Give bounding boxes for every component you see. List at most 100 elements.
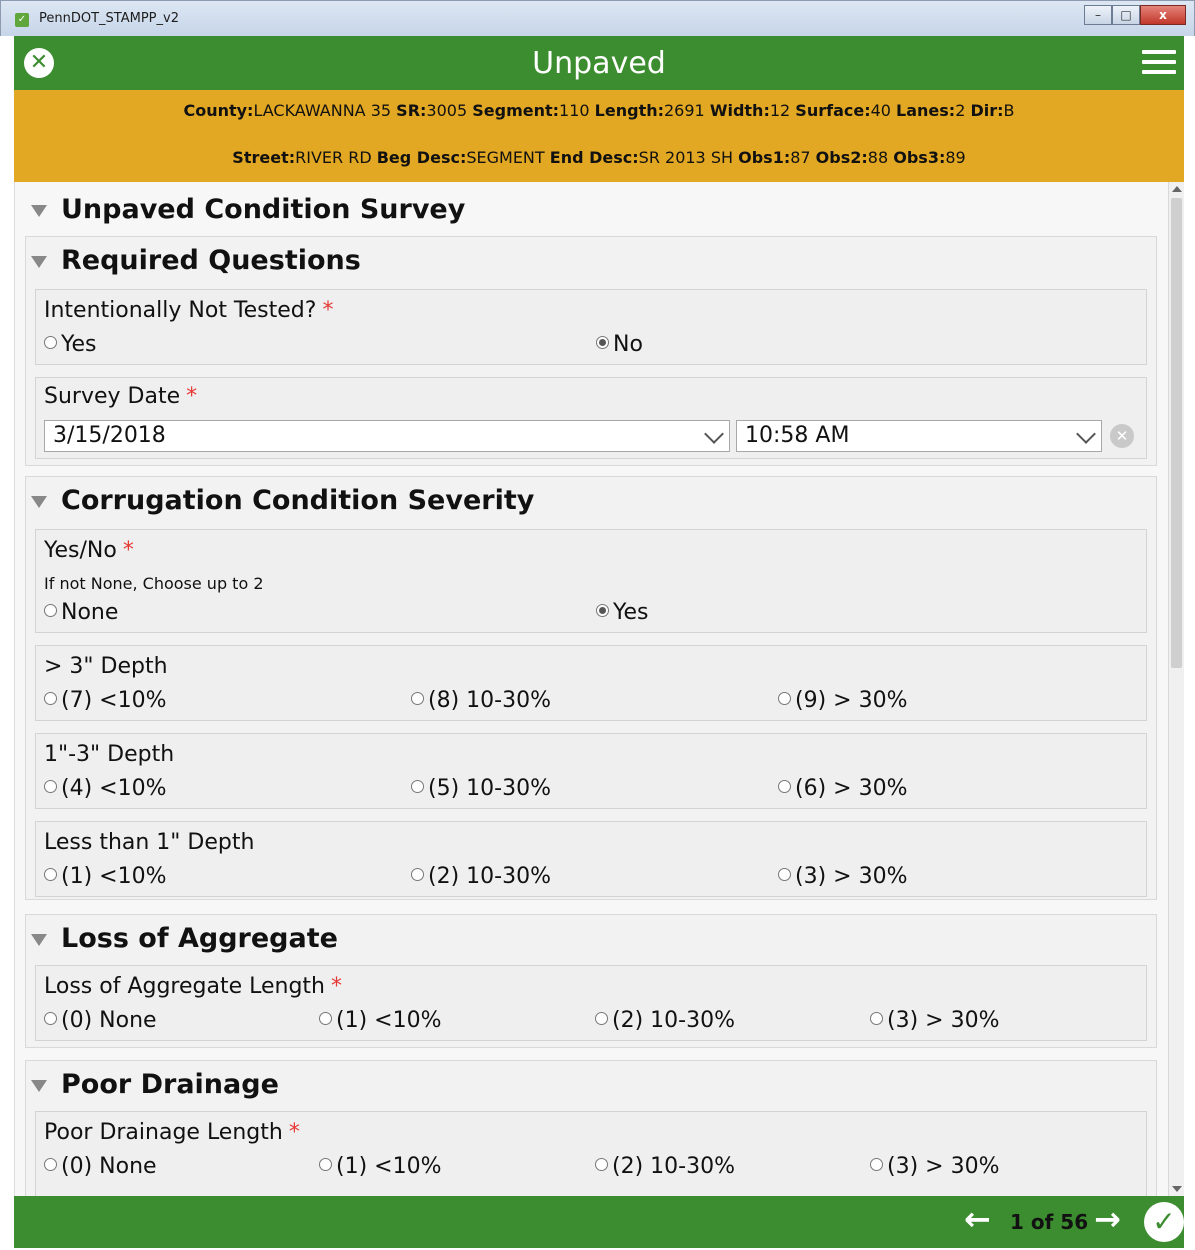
segment-key: Segment: <box>472 101 560 120</box>
width-value: 12 <box>769 101 791 120</box>
obs2-value: 88 <box>867 148 889 167</box>
radio-icon <box>778 868 791 881</box>
collapse-triangle-icon <box>31 204 47 217</box>
aggregate-length-label: Loss of Aggregate Length * <box>44 974 343 999</box>
scroll-down-icon[interactable] <box>1172 1186 1182 1192</box>
radio-selected-icon <box>596 604 609 617</box>
radio-icon <box>778 692 791 705</box>
radio-icon <box>44 868 57 881</box>
drainage-option-3[interactable]: (3) > 30% <box>870 1154 999 1179</box>
beg-desc-value: SEGMENT <box>466 148 545 167</box>
radio-selected-icon <box>596 336 609 349</box>
window-close-button[interactable]: x <box>1140 5 1186 25</box>
depth-under-1-option-3[interactable]: (3) > 30% <box>778 864 907 889</box>
radio-icon <box>44 780 57 793</box>
survey-section-header[interactable]: Unpaved Condition Survey <box>31 194 465 225</box>
required-questions-title: Required Questions <box>61 245 361 276</box>
surface-value: 40 <box>870 101 891 120</box>
not-tested-no-option[interactable]: No <box>596 332 643 357</box>
lanes-value: 2 <box>955 101 966 120</box>
depth-1-3-option-5[interactable]: (5) 10-30% <box>411 776 551 801</box>
survey-date-question: Survey Date * 3/15/2018 10:58 AM ✕ <box>35 377 1147 459</box>
surface-key: Surface: <box>795 101 871 120</box>
county-value: LACKAWANNA 35 <box>253 101 392 120</box>
required-questions-header[interactable]: Required Questions <box>31 245 361 276</box>
corrugation-hint: If not None, Choose up to 2 <box>44 574 264 593</box>
survey-title: Unpaved Condition Survey <box>61 194 466 225</box>
aggregate-option-3[interactable]: (3) > 30% <box>870 1008 999 1033</box>
required-questions-group: Required Questions Intentionally Not Tes… <box>25 236 1157 466</box>
dir-value: B <box>1003 101 1015 120</box>
survey-time-picker[interactable]: 10:58 AM <box>736 420 1102 452</box>
depth-over-3-option-8[interactable]: (8) 10-30% <box>411 688 551 713</box>
depth-over-3-option-7[interactable]: (7) <10% <box>44 688 167 713</box>
scroll-up-icon[interactable] <box>1172 186 1182 192</box>
maximize-button[interactable]: □ <box>1112 5 1140 25</box>
radio-icon <box>44 604 57 617</box>
drainage-title: Poor Drainage <box>61 1069 279 1100</box>
next-arrow-icon[interactable]: → <box>1094 1200 1121 1238</box>
aggregate-option-2[interactable]: (2) 10-30% <box>595 1008 735 1033</box>
window-controls: – □ x <box>1084 5 1186 25</box>
depth-1-3-option-6[interactable]: (6) > 30% <box>778 776 907 801</box>
hamburger-menu-icon[interactable] <box>1142 50 1176 76</box>
corrugation-header[interactable]: Corrugation Condition Severity <box>31 485 534 516</box>
done-check-icon[interactable]: ✓ <box>1144 1202 1184 1242</box>
depth-over-3-question: > 3" Depth (7) <10% (8) 10-30% (9) > 30% <box>35 645 1147 721</box>
depth-over-3-option-9[interactable]: (9) > 30% <box>778 688 907 713</box>
prev-arrow-icon[interactable]: ← <box>964 1200 991 1238</box>
collapse-triangle-icon <box>31 255 47 268</box>
corrugation-none-option[interactable]: None <box>44 600 118 625</box>
segment-info-bar: County:LACKAWANNA 35 SR:3005 Segment:110… <box>14 90 1184 182</box>
corrugation-yes-option[interactable]: Yes <box>596 600 649 625</box>
depth-under-1-option-2[interactable]: (2) 10-30% <box>411 864 551 889</box>
radio-icon <box>319 1012 332 1025</box>
drainage-option-1[interactable]: (1) <10% <box>319 1154 442 1179</box>
radio-icon <box>44 336 57 349</box>
scroll-thumb[interactable] <box>1171 198 1182 668</box>
radio-icon <box>411 692 424 705</box>
corrugation-title: Corrugation Condition Severity <box>61 485 535 516</box>
not-tested-label: Intentionally Not Tested? * <box>44 298 334 323</box>
chevron-down-icon <box>704 424 724 444</box>
depth-under-1-option-1[interactable]: (1) <10% <box>44 864 167 889</box>
chevron-down-icon <box>1076 424 1096 444</box>
minimize-button[interactable]: – <box>1084 5 1112 25</box>
aggregate-header[interactable]: Loss of Aggregate <box>31 923 338 954</box>
aggregate-option-1[interactable]: (1) <10% <box>319 1008 442 1033</box>
radio-icon <box>319 1158 332 1171</box>
form-content: Unpaved Condition Survey Required Questi… <box>14 182 1168 1196</box>
sr-key: SR: <box>396 101 427 120</box>
depth-1-3-label: 1"-3" Depth <box>44 742 175 767</box>
clear-icon[interactable]: ✕ <box>1110 424 1134 448</box>
aggregate-length-question: Loss of Aggregate Length * (0) None (1) <… <box>35 965 1147 1041</box>
survey-date-picker[interactable]: 3/15/2018 <box>44 420 730 452</box>
street-value: RIVER RD <box>295 148 372 167</box>
aggregate-option-0[interactable]: (0) None <box>44 1008 157 1033</box>
aggregate-title: Loss of Aggregate <box>61 923 338 954</box>
corrugation-yesno-label: Yes/No * <box>44 538 134 563</box>
radio-icon <box>44 692 57 705</box>
vertical-scrollbar[interactable] <box>1168 182 1184 1196</box>
drainage-option-2[interactable]: (2) 10-30% <box>595 1154 735 1179</box>
radio-icon <box>44 1158 57 1171</box>
sr-value: 3005 <box>426 101 468 120</box>
obs1-key: Obs1: <box>738 148 791 167</box>
drainage-length-question: Poor Drainage Length * (0) None (1) <10% … <box>35 1111 1147 1196</box>
footer-bar: ← 1 of 56 → ✓ <box>14 1196 1184 1248</box>
depth-1-3-option-4[interactable]: (4) <10% <box>44 776 167 801</box>
end-desc-value: SR 2013 SH <box>638 148 734 167</box>
radio-icon <box>595 1158 608 1171</box>
radio-icon <box>44 1012 57 1025</box>
lanes-key: Lanes: <box>896 101 956 120</box>
drainage-option-0[interactable]: (0) None <box>44 1154 157 1179</box>
beg-desc-key: Beg Desc: <box>376 148 467 167</box>
drainage-header[interactable]: Poor Drainage <box>31 1069 279 1100</box>
obs3-value: 89 <box>945 148 966 167</box>
window-title: PennDOT_STAMPP_v2 <box>39 11 179 26</box>
collapse-triangle-icon <box>31 1079 47 1092</box>
collapse-triangle-icon <box>31 495 47 508</box>
not-tested-yes-option[interactable]: Yes <box>44 332 97 357</box>
app-header: ✕ Unpaved <box>14 36 1184 90</box>
obs1-value: 87 <box>790 148 811 167</box>
